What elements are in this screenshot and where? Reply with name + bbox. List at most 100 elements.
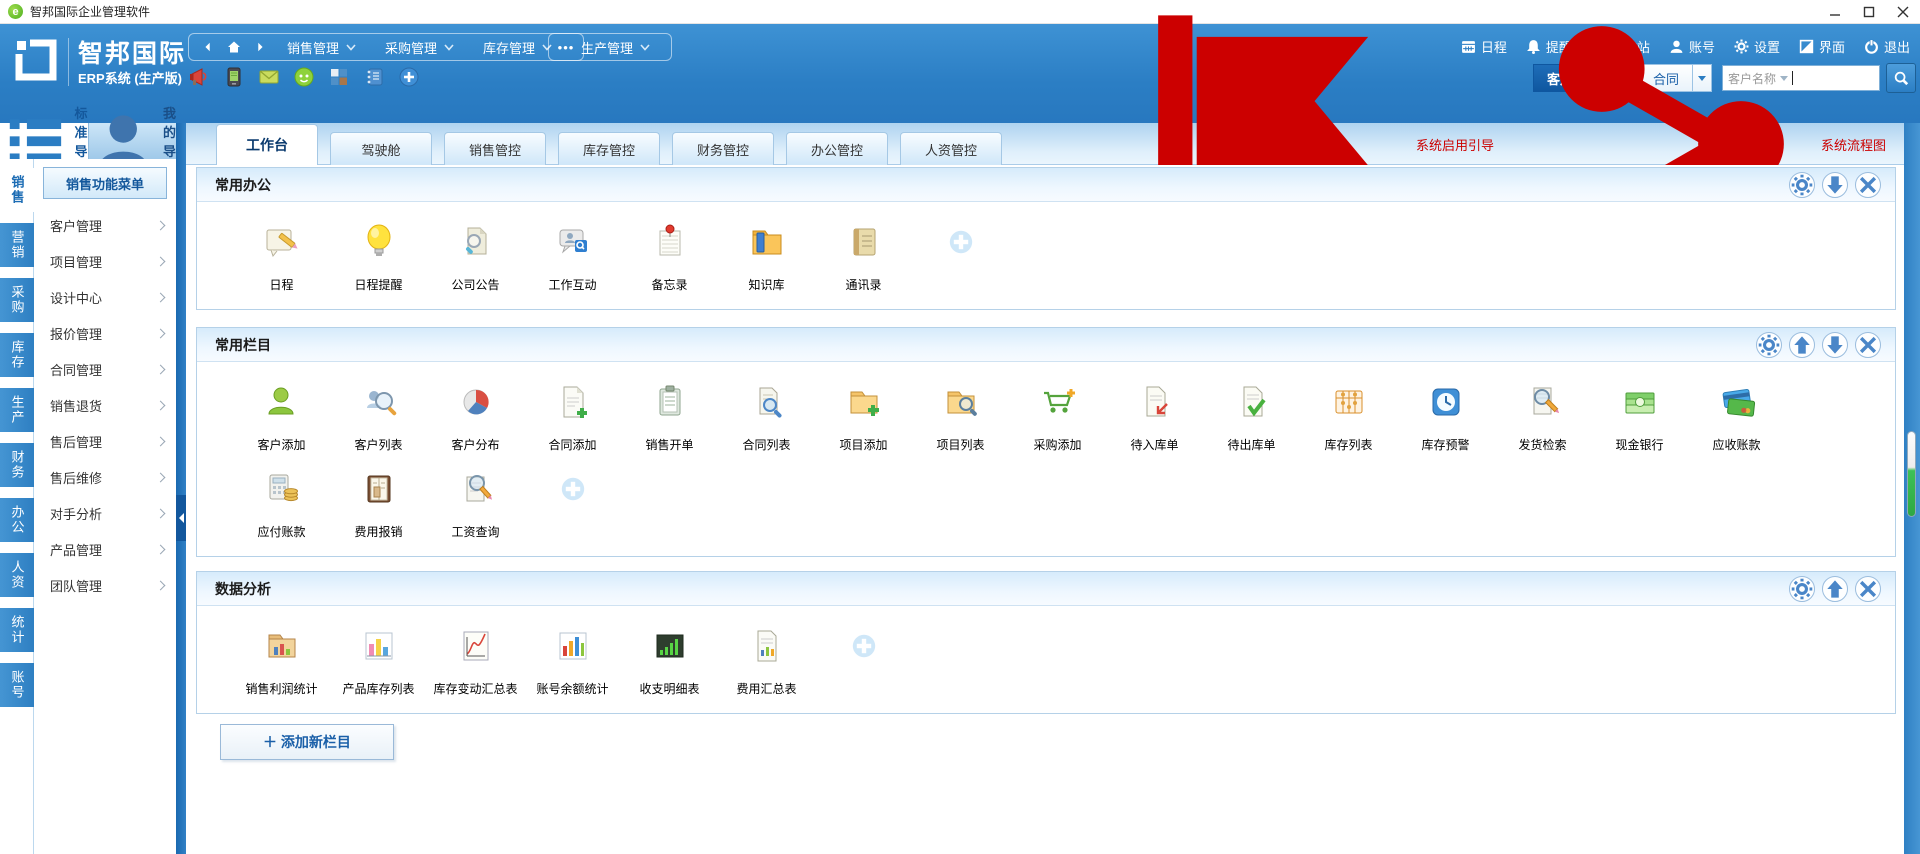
workspace-tab-6[interactable]: 人资管控 <box>900 132 1002 165</box>
shortcut-folder-chart[interactable]: 销售利润统计 <box>233 626 330 697</box>
module-tab-8[interactable]: 统计 <box>0 608 34 652</box>
add-new-section-button[interactable]: ＋ 添加新栏目 <box>220 724 394 760</box>
workspace-tab-2[interactable]: 销售管控 <box>444 132 546 165</box>
abacus-icon <box>1329 382 1369 422</box>
section-down-button[interactable] <box>1822 172 1848 198</box>
sidebar-menu-item-9[interactable]: 产品管理 <box>34 531 176 567</box>
shortcut-bulb[interactable]: 日程提醒 <box>330 222 427 293</box>
sidebar-menu-item-4[interactable]: 合同管理 <box>34 351 176 387</box>
sidebar-menu-item-1[interactable]: 项目管理 <box>34 243 176 279</box>
notebook-icon[interactable] <box>363 66 385 88</box>
shortcut-folder-plus[interactable]: 项目添加 <box>815 382 912 453</box>
workspace-tab-4[interactable]: 财务管控 <box>672 132 774 165</box>
mail-icon[interactable] <box>258 66 280 88</box>
shortcut-doc-plus[interactable]: 合同添加 <box>524 382 621 453</box>
shortcut-clock[interactable]: 库存预警 <box>1397 382 1494 453</box>
section-close-button[interactable] <box>1855 576 1881 602</box>
sidebar-menu-item-8[interactable]: 对手分析 <box>34 495 176 531</box>
close-button[interactable] <box>1886 0 1920 23</box>
add-circle-blue-icon[interactable] <box>398 66 420 88</box>
shortcut-doc-search-blue[interactable]: 合同列表 <box>718 382 815 453</box>
section-down-button[interactable] <box>1822 332 1848 358</box>
sidebar-menu-item-3[interactable]: 报价管理 <box>34 315 176 351</box>
sidebar-menu-item-5[interactable]: 销售退货 <box>34 387 176 423</box>
shortcut-ledger[interactable]: 费用报销 <box>330 469 427 540</box>
search-button[interactable] <box>1886 63 1916 93</box>
shortcut-search-pencil[interactable]: 发货检索 <box>1494 382 1591 453</box>
workspace-tab-1[interactable]: 驾驶舱 <box>330 132 432 165</box>
shortcut-pie-chart[interactable]: 客户分布 <box>427 382 524 453</box>
shortcut-memo-pencil[interactable]: 日程 <box>233 222 330 293</box>
section-up-button[interactable] <box>1822 576 1848 602</box>
shortcut-green-bars[interactable]: 收支明细表 <box>621 626 718 697</box>
shortcut-line-chart[interactable]: 库存变动汇总表 <box>427 626 524 697</box>
shortcut-person-add[interactable]: 客户添加 <box>233 382 330 453</box>
workspace-tab-5[interactable]: 办公管控 <box>786 132 888 165</box>
wechat-icon[interactable] <box>293 66 315 88</box>
apps-grid-icon[interactable] <box>328 66 350 88</box>
section-header: 常用栏目 <box>197 328 1895 362</box>
module-tab-0[interactable]: 销售 <box>0 168 34 212</box>
add-shortcut-button[interactable] <box>912 222 1009 258</box>
sidebar-menu-item-6[interactable]: 售后管理 <box>34 423 176 459</box>
shortcut-search-pay[interactable]: 工资查询 <box>427 469 524 540</box>
vertical-scrollbar[interactable] <box>1904 123 1920 854</box>
module-tab-6[interactable]: 办公 <box>0 498 34 542</box>
shortcut-cart-add[interactable]: 采购添加 <box>1009 382 1106 453</box>
nav-menu-1[interactable]: 采购管理 <box>371 34 469 60</box>
shortcut-color-bars[interactable]: 账号余额统计 <box>524 626 621 697</box>
shortcut-chat-search[interactable]: 工作互动 <box>524 222 621 293</box>
sidebar-tab-0[interactable]: 标准导航 <box>0 123 88 159</box>
shortcut-folder-book[interactable]: 知识库 <box>718 222 815 293</box>
add-shortcut-button[interactable] <box>524 469 621 505</box>
megaphone-icon[interactable] <box>188 66 210 88</box>
section-close-button[interactable] <box>1855 172 1881 198</box>
icon-row: 销售利润统计产品库存列表库存变动汇总表账号余额统计收支明细表费用汇总表 <box>233 626 1895 697</box>
module-tab-5[interactable]: 财务 <box>0 443 34 487</box>
sidebar-menu-item-7[interactable]: 售后维修 <box>34 459 176 495</box>
module-tab-9[interactable]: 账号 <box>0 663 34 707</box>
section-gear-button[interactable] <box>1789 576 1815 602</box>
shortcut-doc-out[interactable]: 待出库单 <box>1203 382 1300 453</box>
module-tab-7[interactable]: 人资 <box>0 553 34 597</box>
shortcut-doc-bars[interactable]: 费用汇总表 <box>718 626 815 697</box>
module-tab-label: 人资 <box>11 560 24 590</box>
home-button[interactable] <box>221 35 247 59</box>
module-tab-3[interactable]: 库存 <box>0 333 34 377</box>
shortcut-address-book[interactable]: 通讯录 <box>815 222 912 293</box>
workspace-tab-0[interactable]: 工作台 <box>216 124 318 165</box>
shortcut-person-search[interactable]: 客户列表 <box>330 382 427 453</box>
module-tab-2[interactable]: 采购 <box>0 278 34 322</box>
shortcut-pin-note[interactable]: 备忘录 <box>621 222 718 293</box>
shortcut-doc-in[interactable]: 待入库单 <box>1106 382 1203 453</box>
shortcut-clipboard[interactable]: 销售开单 <box>621 382 718 453</box>
workspace-tab-3[interactable]: 库存管控 <box>558 132 660 165</box>
scrollbar-thumb[interactable] <box>1907 431 1916 517</box>
nav-more-button[interactable]: ••• <box>548 33 584 61</box>
sidebar-collapse-handle[interactable] <box>176 495 186 541</box>
module-tab-1[interactable]: 营销 <box>0 223 34 267</box>
shortcut-calc-coins[interactable]: 应付账款 <box>233 469 330 540</box>
shortcut-abacus[interactable]: 库存列表 <box>1300 382 1397 453</box>
nav-back-button[interactable] <box>195 35 221 59</box>
shortcut-credit-cards[interactable]: 应收账款 <box>1688 382 1785 453</box>
shortcut-folder-search[interactable]: 项目列表 <box>912 382 1009 453</box>
nav-menu-0[interactable]: 销售管理 <box>273 34 371 60</box>
section-gear-button[interactable] <box>1789 172 1815 198</box>
sidebar-menu-item-10[interactable]: 团队管理 <box>34 567 176 603</box>
shortcut-doc-search[interactable]: 公司公告 <box>427 222 524 293</box>
nav-forward-button[interactable] <box>247 35 273 59</box>
add-shortcut-button[interactable] <box>815 626 912 662</box>
module-tab-4[interactable]: 生产 <box>0 388 34 432</box>
sidebar-menu-item-0[interactable]: 客户管理 <box>34 207 176 243</box>
section-gear-button[interactable] <box>1756 332 1782 358</box>
module-tab-label: 生产 <box>11 395 24 425</box>
section-up-button[interactable] <box>1789 332 1815 358</box>
sidebar-tab-1[interactable]: 我的导航 <box>88 123 177 159</box>
section-close-button[interactable] <box>1855 332 1881 358</box>
shortcut-cash[interactable]: 现金银行 <box>1591 382 1688 453</box>
shortcut-bar-chart[interactable]: 产品库存列表 <box>330 626 427 697</box>
sidebar-menu-title[interactable]: 销售功能菜单 <box>43 167 167 199</box>
sidebar-menu-item-2[interactable]: 设计中心 <box>34 279 176 315</box>
phone-message-icon[interactable] <box>223 66 245 88</box>
